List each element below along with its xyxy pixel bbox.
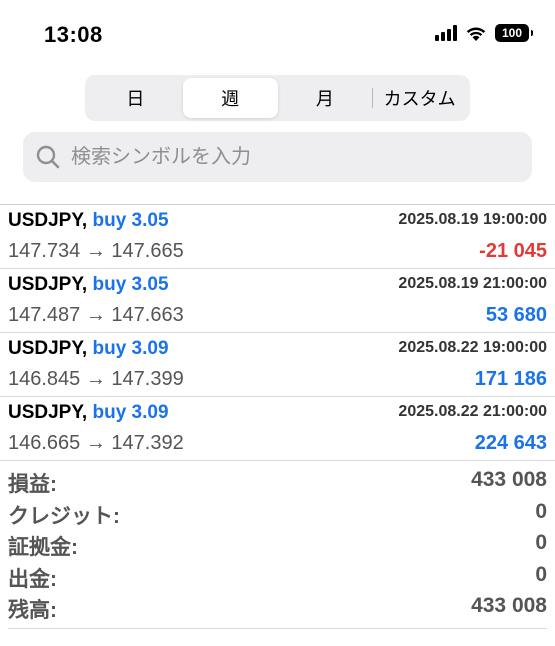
trade-datetime: 2025.08.22 21:00:00 (398, 403, 547, 420)
trade-symbol: USDJPY, buy 3.09 (8, 402, 169, 424)
trade-profit: -21 045 (479, 240, 547, 262)
segment-day[interactable]: 日 (88, 78, 183, 118)
trade-prices: 147.734 → 147.665 (8, 240, 184, 262)
trade-side: buy 3.09 (92, 402, 169, 423)
symbol-text: USDJPY, (8, 210, 88, 231)
wifi-icon (466, 27, 486, 41)
summary-profit: 損益: 433 008 (0, 468, 555, 500)
divider (8, 628, 547, 629)
segment-week[interactable]: 週 (182, 78, 278, 118)
segment-month[interactable]: 月 (278, 78, 373, 118)
trade-row[interactable]: USDJPY, buy 3.09 2025.08.22 21:00:00 146… (0, 397, 555, 461)
segment-month-label: 月 (315, 89, 334, 109)
trade-row[interactable]: USDJPY, buy 3.05 2025.08.19 19:00:00 147… (0, 205, 555, 269)
signal-icon (435, 25, 457, 41)
summary-value: 0 (535, 531, 547, 554)
symbol-text: USDJPY, (8, 338, 88, 359)
trade-prices: 146.665 → 147.392 (8, 432, 184, 454)
segment-day-label: 日 (126, 89, 145, 109)
battery-level: 100 (501, 26, 523, 40)
segment-custom-label: カスタム (383, 89, 456, 109)
symbol-text: USDJPY, (8, 274, 88, 295)
trade-list: USDJPY, buy 3.05 2025.08.19 19:00:00 147… (0, 204, 555, 461)
search-icon (36, 145, 60, 169)
summary-label: 出金: (8, 567, 57, 591)
battery-icon: 100 (495, 24, 533, 42)
trade-row[interactable]: USDJPY, buy 3.09 2025.08.22 19:00:00 146… (0, 333, 555, 397)
trade-symbol: USDJPY, buy 3.05 (8, 210, 169, 232)
trade-profit: 171 186 (474, 368, 547, 390)
status-time: 13:08 (44, 22, 103, 47)
summary-label: 損益: (8, 473, 57, 496)
search-bar[interactable] (23, 132, 532, 182)
period-segmented-control: 日 週 月 カスタム (85, 75, 470, 121)
summary-value: 0 (535, 499, 547, 523)
trade-side: buy 3.05 (92, 274, 169, 295)
summary-credit: クレジット: 0 (0, 500, 555, 532)
status-icons: 100 (435, 24, 533, 42)
trade-prices: 147.487 → 147.663 (8, 304, 184, 326)
trade-symbol: USDJPY, buy 3.09 (8, 338, 169, 360)
trade-side: buy 3.05 (92, 210, 169, 231)
trade-datetime: 2025.08.19 21:00:00 (398, 275, 547, 292)
summary-value: 433 008 (471, 468, 547, 491)
summary-label: 残高: (8, 599, 57, 622)
summary-value: 433 008 (471, 594, 547, 617)
segment-custom[interactable]: カスタム (372, 78, 467, 118)
trade-side: buy 3.09 (92, 338, 169, 359)
account-summary: 損益: 433 008 クレジット: 0 証拠金: 0 出金: 0 残高: 43… (0, 468, 555, 626)
symbol-text: USDJPY, (8, 402, 88, 423)
trade-datetime: 2025.08.22 19:00:00 (398, 339, 547, 356)
summary-label: 証拠金: (8, 536, 78, 559)
summary-label: クレジット: (8, 504, 120, 528)
search-input[interactable] (69, 144, 493, 170)
status-bar: 13:08 100 (0, 0, 555, 70)
trade-prices: 146.845 → 147.399 (8, 368, 184, 390)
segment-week-label: 週 (221, 89, 240, 109)
summary-balance: 残高: 433 008 (0, 594, 555, 626)
trade-profit: 224 643 (474, 432, 547, 454)
trade-datetime: 2025.08.19 19:00:00 (398, 211, 547, 228)
summary-withdrawal: 出金: 0 (0, 563, 555, 595)
trade-profit: 53 680 (485, 304, 547, 326)
trade-symbol: USDJPY, buy 3.05 (8, 274, 169, 296)
trade-row[interactable]: USDJPY, buy 3.05 2025.08.19 21:00:00 147… (0, 269, 555, 333)
summary-value: 0 (535, 562, 547, 586)
summary-margin: 証拠金: 0 (0, 531, 555, 563)
